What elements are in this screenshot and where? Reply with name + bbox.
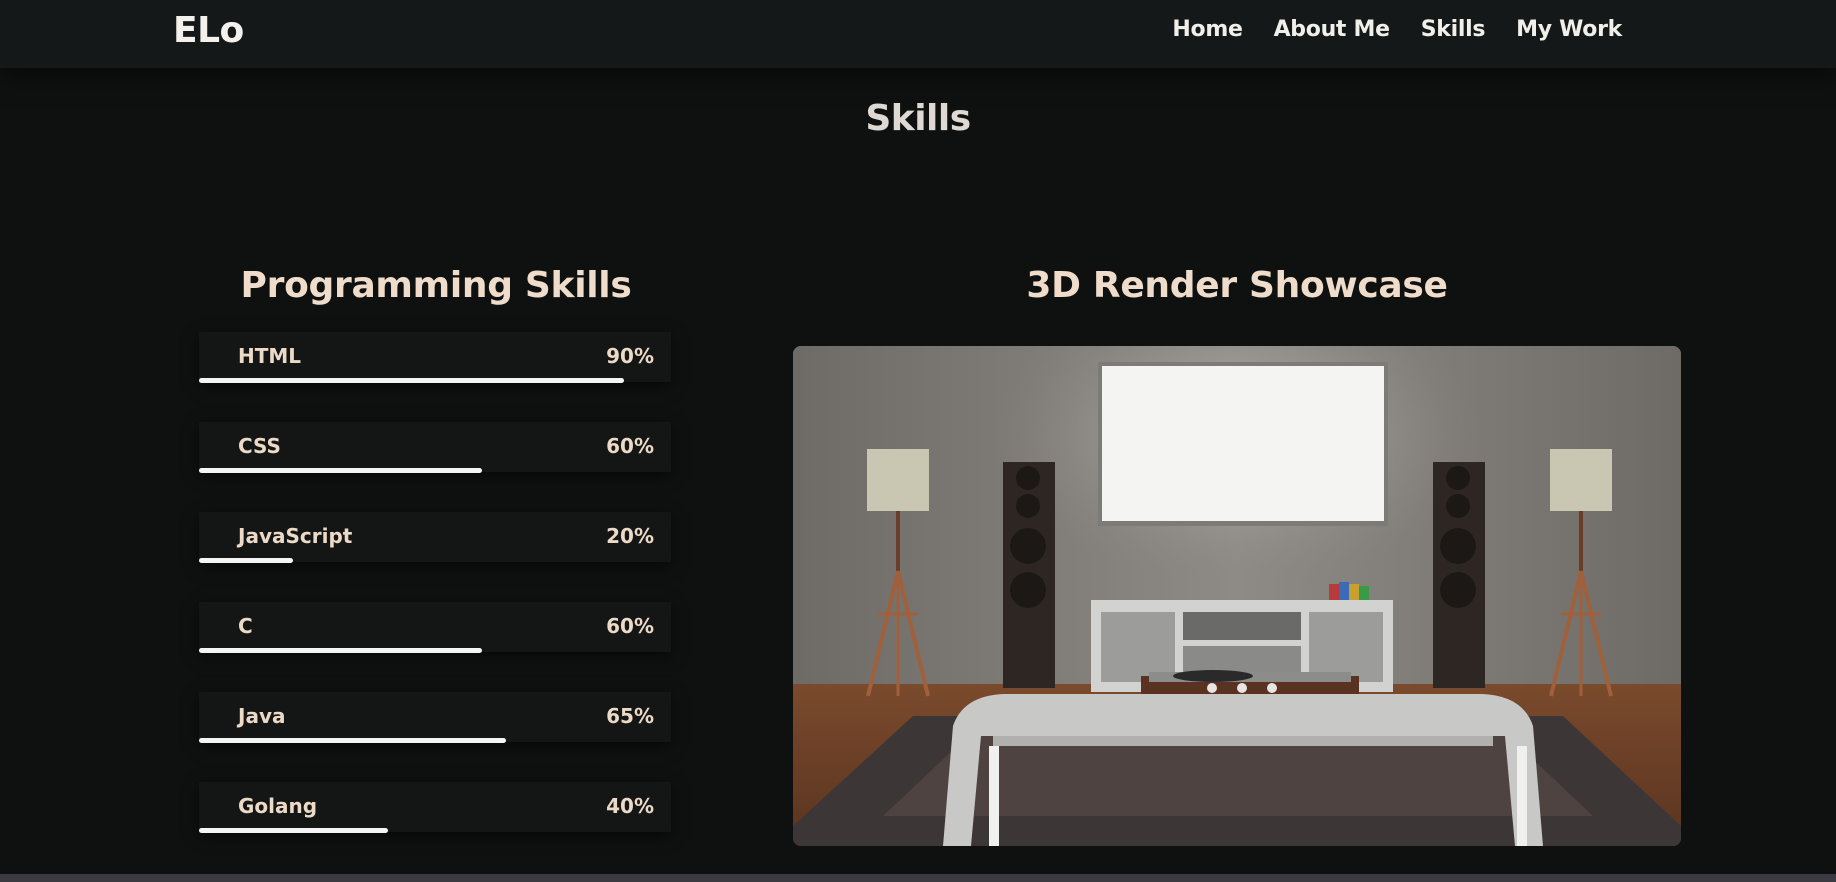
skill-percent: 60% [606, 434, 654, 458]
skill-card-java: Java 65% [199, 692, 671, 743]
skill-card-golang: Golang 40% [199, 782, 671, 833]
skill-name: C [238, 614, 253, 638]
skill-percent: 20% [606, 524, 654, 548]
section-title: Skills [865, 98, 971, 139]
skill-progress-fill [199, 648, 483, 653]
navbar: ELo Home About Me Skills My Work [0, 0, 1836, 68]
skill-progress-track [199, 378, 671, 383]
render-image [793, 346, 1681, 846]
nav-link-my-work[interactable]: My Work [1516, 17, 1622, 42]
skill-name: CSS [238, 434, 281, 458]
nav-link-skills[interactable]: Skills [1421, 17, 1486, 42]
carousel-dot[interactable] [1237, 683, 1247, 693]
nav-link-about-me[interactable]: About Me [1274, 17, 1390, 42]
logo[interactable]: ELo [173, 10, 244, 51]
skill-percent: 65% [606, 704, 654, 728]
skill-name: Golang [238, 794, 318, 818]
nav-links: Home About Me Skills My Work [1172, 17, 1622, 42]
skill-progress-fill [199, 738, 506, 743]
skill-progress-track [199, 828, 671, 833]
skill-progress-track [199, 558, 671, 563]
skill-progress-fill [199, 558, 294, 563]
skill-name: HTML [238, 344, 302, 368]
skill-name: JavaScript [238, 524, 353, 548]
skill-percent: 90% [606, 344, 654, 368]
next-section-edge [0, 874, 1836, 882]
render-showcase-carousel[interactable] [793, 346, 1681, 846]
skill-card-css: CSS 60% [199, 422, 671, 473]
skill-card-javascript: JavaScript 20% [199, 512, 671, 563]
carousel-dot[interactable] [1207, 683, 1217, 693]
skill-progress-fill [199, 378, 624, 383]
skill-card-html: HTML 90% [199, 332, 671, 383]
skill-card-c: C 60% [199, 602, 671, 653]
render-showcase-title: 3D Render Showcase [1026, 265, 1448, 306]
skill-progress-fill [199, 468, 483, 473]
skill-progress-track [199, 468, 671, 473]
nav-link-home[interactable]: Home [1172, 17, 1242, 42]
skill-percent: 60% [606, 614, 654, 638]
skill-progress-fill [199, 828, 388, 833]
skill-progress-track [199, 738, 671, 743]
skills-list: HTML 90% CSS 60% JavaScript 20% C 60% Ja… [199, 332, 671, 872]
skill-name: Java [238, 704, 286, 728]
carousel-dot[interactable] [1267, 683, 1277, 693]
programming-skills-title: Programming Skills [240, 265, 632, 306]
skill-percent: 40% [606, 794, 654, 818]
skill-progress-track [199, 648, 671, 653]
carousel-dots [793, 683, 1681, 693]
